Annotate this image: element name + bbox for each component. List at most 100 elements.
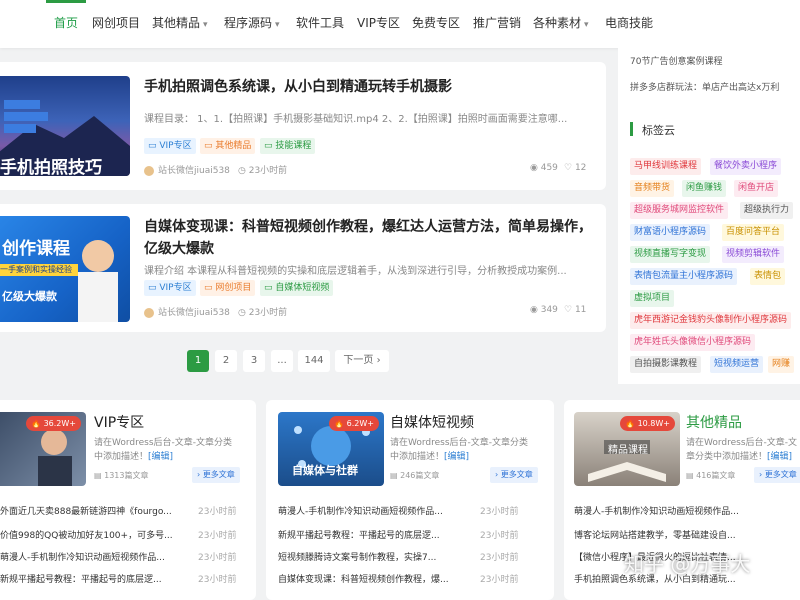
nav-item-source-code[interactable]: 程序源码 ▾ bbox=[224, 14, 280, 31]
list-item[interactable]: 价值998的QQ被动加好友100+，可多号... bbox=[0, 528, 188, 541]
presenter-head bbox=[82, 240, 114, 272]
view-count: ◉ 349 bbox=[530, 305, 558, 315]
category-thumbnail[interactable]: 自媒体与社群 🔥 6.2W+ bbox=[278, 412, 384, 486]
tag-vip[interactable]: ▭ VIP专区 bbox=[144, 138, 196, 154]
category-thumbnail[interactable]: 🔥 36.2W+ bbox=[0, 412, 86, 486]
views-number: 36.2W+ bbox=[43, 419, 76, 428]
cloud-tag[interactable]: 财富语小程序源码 bbox=[630, 224, 711, 241]
list-time: 23小时前 bbox=[198, 507, 237, 517]
page-last-button[interactable]: 144 bbox=[298, 350, 330, 372]
nav-item-home[interactable]: 首页 bbox=[54, 14, 78, 31]
sidebar-link[interactable]: 拼多多店群玩法：单店产出高达x万利 bbox=[630, 80, 779, 93]
nav-item-software-tools[interactable]: 软件工具 bbox=[296, 14, 344, 31]
like-count[interactable]: ♡ 11 bbox=[564, 305, 586, 315]
list-item[interactable]: 短视频滕腾诗文案号制作教程，实操7... bbox=[278, 550, 474, 563]
more-articles-button[interactable]: › 更多文章 bbox=[754, 467, 800, 483]
sidebar: 70节广告创意案例课程 拼多多店群玩法：单店产出高达x万利 标签云 马甲线训练课… bbox=[618, 42, 800, 384]
post-title[interactable]: 手机拍照调色系统课，从小白到精通玩转手机摄影 bbox=[144, 76, 594, 98]
cloud-tag[interactable]: 网赚 bbox=[768, 356, 795, 373]
cloud-tag[interactable]: 表情包 bbox=[750, 268, 786, 285]
tag-online[interactable]: ▭ 网创项目 bbox=[200, 280, 256, 296]
page-1-button[interactable]: 1 bbox=[187, 350, 209, 372]
post-author[interactable]: 站长微信jiuai538 bbox=[144, 163, 230, 176]
nav-item-marketing[interactable]: 推广营销 bbox=[473, 14, 521, 31]
tag-other[interactable]: ▭ 其他精品 bbox=[200, 138, 256, 154]
section-marker bbox=[630, 122, 633, 136]
cloud-tag[interactable]: 短视频运营 bbox=[710, 356, 764, 373]
folder-icon: ▭ bbox=[264, 141, 276, 151]
cloud-tag[interactable]: 超级执行力 bbox=[740, 202, 794, 219]
nav-item-free[interactable]: 免费专区 bbox=[412, 14, 460, 31]
count-text: 416篇文章 bbox=[696, 471, 736, 480]
post-author[interactable]: 站长微信jiuai538 bbox=[144, 305, 230, 318]
count-text: 246篇文章 bbox=[400, 471, 440, 480]
list-time: 23小时前 bbox=[480, 575, 519, 585]
globe-shape bbox=[311, 426, 351, 466]
list-item[interactable]: 新规平播起号教程：平播起号的底层逻... bbox=[0, 572, 188, 585]
cloud-tag[interactable]: 虎年姓氏头像微信小程序源码 bbox=[630, 334, 756, 351]
post-thumbnail[interactable]: 手机拍照技巧 bbox=[0, 76, 130, 176]
cloud-tag[interactable]: 超级服务城网监控软件 bbox=[630, 202, 729, 219]
avatar bbox=[144, 307, 154, 318]
article-count: ▤ 1313篇文章 bbox=[94, 470, 148, 481]
views-badge: 🔥 36.2W+ bbox=[26, 416, 81, 431]
post-thumbnail[interactable]: 创作课程 一手案例和实操经验 亿级大爆款 bbox=[0, 216, 130, 322]
edit-link[interactable]: [编辑] bbox=[148, 452, 173, 462]
next-page-button[interactable]: 下一页 › bbox=[335, 350, 389, 372]
category-thumbnail[interactable]: 精品课程 🔥 10.8W+ bbox=[574, 412, 680, 486]
list-item[interactable]: 博客论坛网站搭建教学，零基础建设自... bbox=[574, 528, 800, 541]
more-articles-button[interactable]: › 更多文章 bbox=[192, 467, 240, 483]
list-time: 23小时前 bbox=[480, 531, 519, 541]
view-number: 349 bbox=[540, 305, 558, 315]
tag-media[interactable]: ▭ 自媒体短视频 bbox=[260, 280, 334, 296]
post-title[interactable]: 自媒体变现课：科普短视频创作教程，爆红达人运营方法，简单易操作，亿级大爆款 bbox=[144, 216, 594, 260]
cloud-tag[interactable]: 餐饮外卖小程序 bbox=[710, 158, 782, 175]
cloud-tag[interactable]: 视频直播写字变现 bbox=[630, 246, 711, 263]
node-dot bbox=[294, 426, 302, 434]
cloud-tag[interactable]: 虎年西游记金钱豹头像制作小程序源码 bbox=[630, 312, 792, 329]
nav-item-vip[interactable]: VIP专区 bbox=[357, 14, 400, 31]
category-title[interactable]: 其他精品 bbox=[686, 412, 742, 432]
list-item[interactable]: 新规平播起号教程：平播起号的底层逻... bbox=[278, 528, 474, 541]
list-item[interactable]: 外面近几天卖888最新链游四神《fourgo... bbox=[0, 504, 188, 517]
tag-label: 其他精品 bbox=[215, 141, 252, 151]
edit-link[interactable]: [编辑] bbox=[767, 452, 792, 462]
cloud-tag[interactable]: 表情包流量主小程序源码 bbox=[630, 268, 738, 285]
sidebar-link[interactable]: 70节广告创意案例课程 bbox=[630, 54, 722, 67]
category-title[interactable]: VIP专区 bbox=[94, 412, 144, 432]
category-desc: 请在Wordress后台-文章-文章分类中添加描述！[编辑] bbox=[686, 436, 800, 464]
nav-item-materials[interactable]: 各种素材 ▾ bbox=[533, 14, 589, 31]
cloud-tag[interactable]: 自拍摄影课教程 bbox=[630, 356, 702, 373]
tag-skills[interactable]: ▭ 技能课程 bbox=[260, 138, 316, 154]
edit-link[interactable]: [编辑] bbox=[444, 452, 469, 462]
like-count[interactable]: ♡ 12 bbox=[564, 163, 586, 173]
cloud-tag[interactable]: 百度问答平台 bbox=[722, 224, 785, 241]
cloud-tag[interactable]: 马甲线训练课程 bbox=[630, 158, 702, 175]
page-3-button[interactable]: 3 bbox=[243, 350, 265, 372]
list-item[interactable]: 萌漫人-手机制作冷知识动画短视频作品... bbox=[278, 504, 474, 517]
post-excerpt: 课程目录： 1、1.【拍照课】手机摄影基础知识.mp4 2、2.【拍照课】拍照时… bbox=[144, 114, 568, 125]
thumb-label-block bbox=[4, 112, 48, 121]
list-item[interactable]: 萌漫人-手机制作冷知识动画短视频作品... bbox=[0, 550, 188, 563]
more-articles-button[interactable]: › 更多文章 bbox=[490, 467, 538, 483]
thumbs-up-icon: ♡ bbox=[564, 305, 575, 315]
page-2-button[interactable]: 2 bbox=[215, 350, 237, 372]
nav-item-online-projects[interactable]: 网创项目 bbox=[92, 14, 140, 31]
list-item[interactable]: 萌漫人-手机制作冷知识动画短视频作品... bbox=[574, 504, 800, 517]
cloud-tag[interactable]: 虚拟项目 bbox=[630, 290, 675, 307]
cloud-tag[interactable]: 闲鱼开店 bbox=[734, 180, 779, 197]
tag-label: VIP专区 bbox=[159, 141, 192, 151]
chevron-down-icon: ▾ bbox=[203, 20, 208, 30]
list-item[interactable]: 自媒体变现课：科普短视频创作教程，爆... bbox=[278, 572, 474, 585]
cloud-tag[interactable]: 音频带货 bbox=[630, 180, 675, 197]
cloud-tag[interactable]: 视频剪辑软件 bbox=[722, 246, 785, 263]
category-title[interactable]: 自媒体短视频 bbox=[390, 412, 474, 432]
cloud-tag[interactable]: 闲鱼赚钱 bbox=[682, 180, 727, 197]
nav-item-ecommerce[interactable]: 电商技能 bbox=[605, 14, 653, 31]
list-time: 23小时前 bbox=[198, 531, 237, 541]
tag-vip[interactable]: ▭ VIP专区 bbox=[144, 280, 196, 296]
nav-item-other-boutique[interactable]: 其他精品 ▾ bbox=[152, 14, 208, 31]
post-time: ◷ 23小时前 bbox=[238, 305, 287, 318]
time-label: 23小时前 bbox=[248, 166, 288, 176]
thumb-caption: 创作课程 bbox=[2, 239, 70, 259]
